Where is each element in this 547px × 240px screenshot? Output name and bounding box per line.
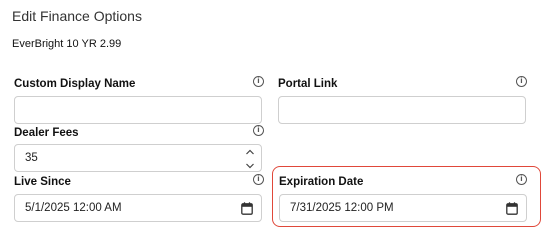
custom-display-name-input[interactable] xyxy=(14,96,262,124)
live-since-input[interactable]: 5/1/2025 12:00 AM xyxy=(14,194,262,222)
dealer-fees-info-icon[interactable]: i xyxy=(253,125,264,136)
portal-link-info-icon[interactable]: i xyxy=(516,76,527,87)
expiration-date-input[interactable]: 7/31/2025 12:00 PM xyxy=(279,194,527,222)
calendar-icon[interactable] xyxy=(241,202,253,220)
custom-display-name-info-icon[interactable]: i xyxy=(253,76,264,87)
dealer-fees-label: Dealer Fees xyxy=(14,127,79,139)
number-spinner-icon[interactable] xyxy=(245,148,255,170)
custom-display-name-label: Custom Display Name xyxy=(14,78,136,90)
portal-link-label: Portal Link xyxy=(278,78,338,90)
live-since-info-icon[interactable]: i xyxy=(253,174,264,185)
calendar-icon[interactable] xyxy=(506,202,518,220)
expiration-date-label: Expiration Date xyxy=(279,176,364,188)
live-since-label: Live Since xyxy=(14,176,71,188)
dialog-title: Edit Finance Options xyxy=(12,8,142,24)
portal-link-input[interactable] xyxy=(278,96,526,124)
dealer-fees-input[interactable]: 35 xyxy=(14,144,262,172)
product-name: EverBright 10 YR 2.99 xyxy=(12,38,122,50)
expiration-date-info-icon[interactable]: i xyxy=(516,174,527,185)
